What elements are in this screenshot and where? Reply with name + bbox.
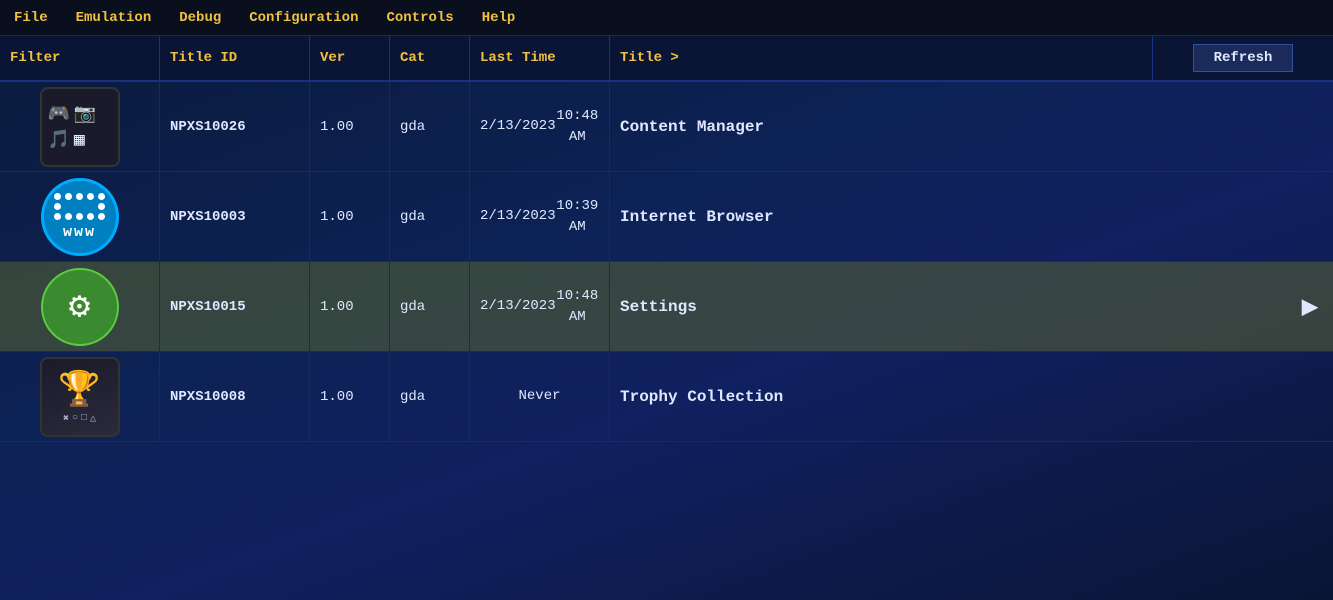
row-ver-1: 1.00 xyxy=(310,172,390,261)
row-lasttime-2: 2/13/202310:48 AM xyxy=(470,262,610,351)
row-ver-2: 1.00 xyxy=(310,262,390,351)
menu-file[interactable]: File xyxy=(0,6,62,30)
row-ver-0: 1.00 xyxy=(310,82,390,171)
row-lasttime-0: 2/13/202310:48 AM xyxy=(470,82,610,171)
col-header-ver: Ver xyxy=(310,36,390,80)
table-body: 🎮 📷 🎵 ▦ NPXS10026 1.00 gda 2/13/202310:4… xyxy=(0,82,1333,442)
row-titleid-2: NPXS10015 xyxy=(160,262,310,351)
col-header-titleid: Title ID xyxy=(160,36,310,80)
row-lasttime-3: Never xyxy=(470,352,610,441)
menu-help[interactable]: Help xyxy=(468,6,530,30)
row-icon-internet-browser: www xyxy=(0,172,160,262)
row-icon-settings: ⚙ xyxy=(0,262,160,352)
col-header-filter: Filter xyxy=(0,36,160,80)
row-lasttime-1: 2/13/202310:39 AM xyxy=(470,172,610,261)
menu-debug[interactable]: Debug xyxy=(165,6,235,30)
table-header: Filter Title ID Ver Cat Last Time Title … xyxy=(0,36,1333,82)
row-cat-1: gda xyxy=(390,172,470,261)
row-titleid-0: NPXS10026 xyxy=(160,82,310,171)
row-title-1: Internet Browser xyxy=(610,172,1333,261)
col-header-refresh: Refresh xyxy=(1153,36,1333,80)
menu-controls[interactable]: Controls xyxy=(372,6,467,30)
menubar: File Emulation Debug Configuration Contr… xyxy=(0,0,1333,36)
row-title-3: Trophy Collection xyxy=(610,352,1333,441)
col-header-cat: Cat xyxy=(390,36,470,80)
row-icon-trophy-collection: 🏆 ✖○□△ xyxy=(0,352,160,442)
row-titleid-3: NPXS10008 xyxy=(160,352,310,441)
col-header-title: Title > xyxy=(610,36,1153,80)
table-row[interactable]: 🎮 📷 🎵 ▦ NPXS10026 1.00 gda 2/13/202310:4… xyxy=(0,82,1333,172)
table-row[interactable]: www NPXS10003 1.00 gda 2/13/202310:39 AM… xyxy=(0,172,1333,262)
table-row[interactable]: 🏆 ✖○□△ NPXS10008 1.00 gda Never Trophy C… xyxy=(0,352,1333,442)
row-cat-2: gda xyxy=(390,262,470,351)
row-ver-3: 1.00 xyxy=(310,352,390,441)
row-title-0: Content Manager xyxy=(610,82,1333,171)
row-cat-3: gda xyxy=(390,352,470,441)
refresh-button[interactable]: Refresh xyxy=(1193,44,1294,72)
row-titleid-1: NPXS10003 xyxy=(160,172,310,261)
menu-emulation[interactable]: Emulation xyxy=(62,6,166,30)
menu-configuration[interactable]: Configuration xyxy=(235,6,372,30)
play-arrow-icon[interactable]: ▶ xyxy=(1287,289,1333,324)
row-cat-0: gda xyxy=(390,82,470,171)
row-icon-content-manager: 🎮 📷 🎵 ▦ xyxy=(0,82,160,172)
col-header-lasttime: Last Time xyxy=(470,36,610,80)
table-row[interactable]: ⚙ NPXS10015 1.00 gda 2/13/202310:48 AM S… xyxy=(0,262,1333,352)
row-title-2: Settings xyxy=(610,262,1287,351)
